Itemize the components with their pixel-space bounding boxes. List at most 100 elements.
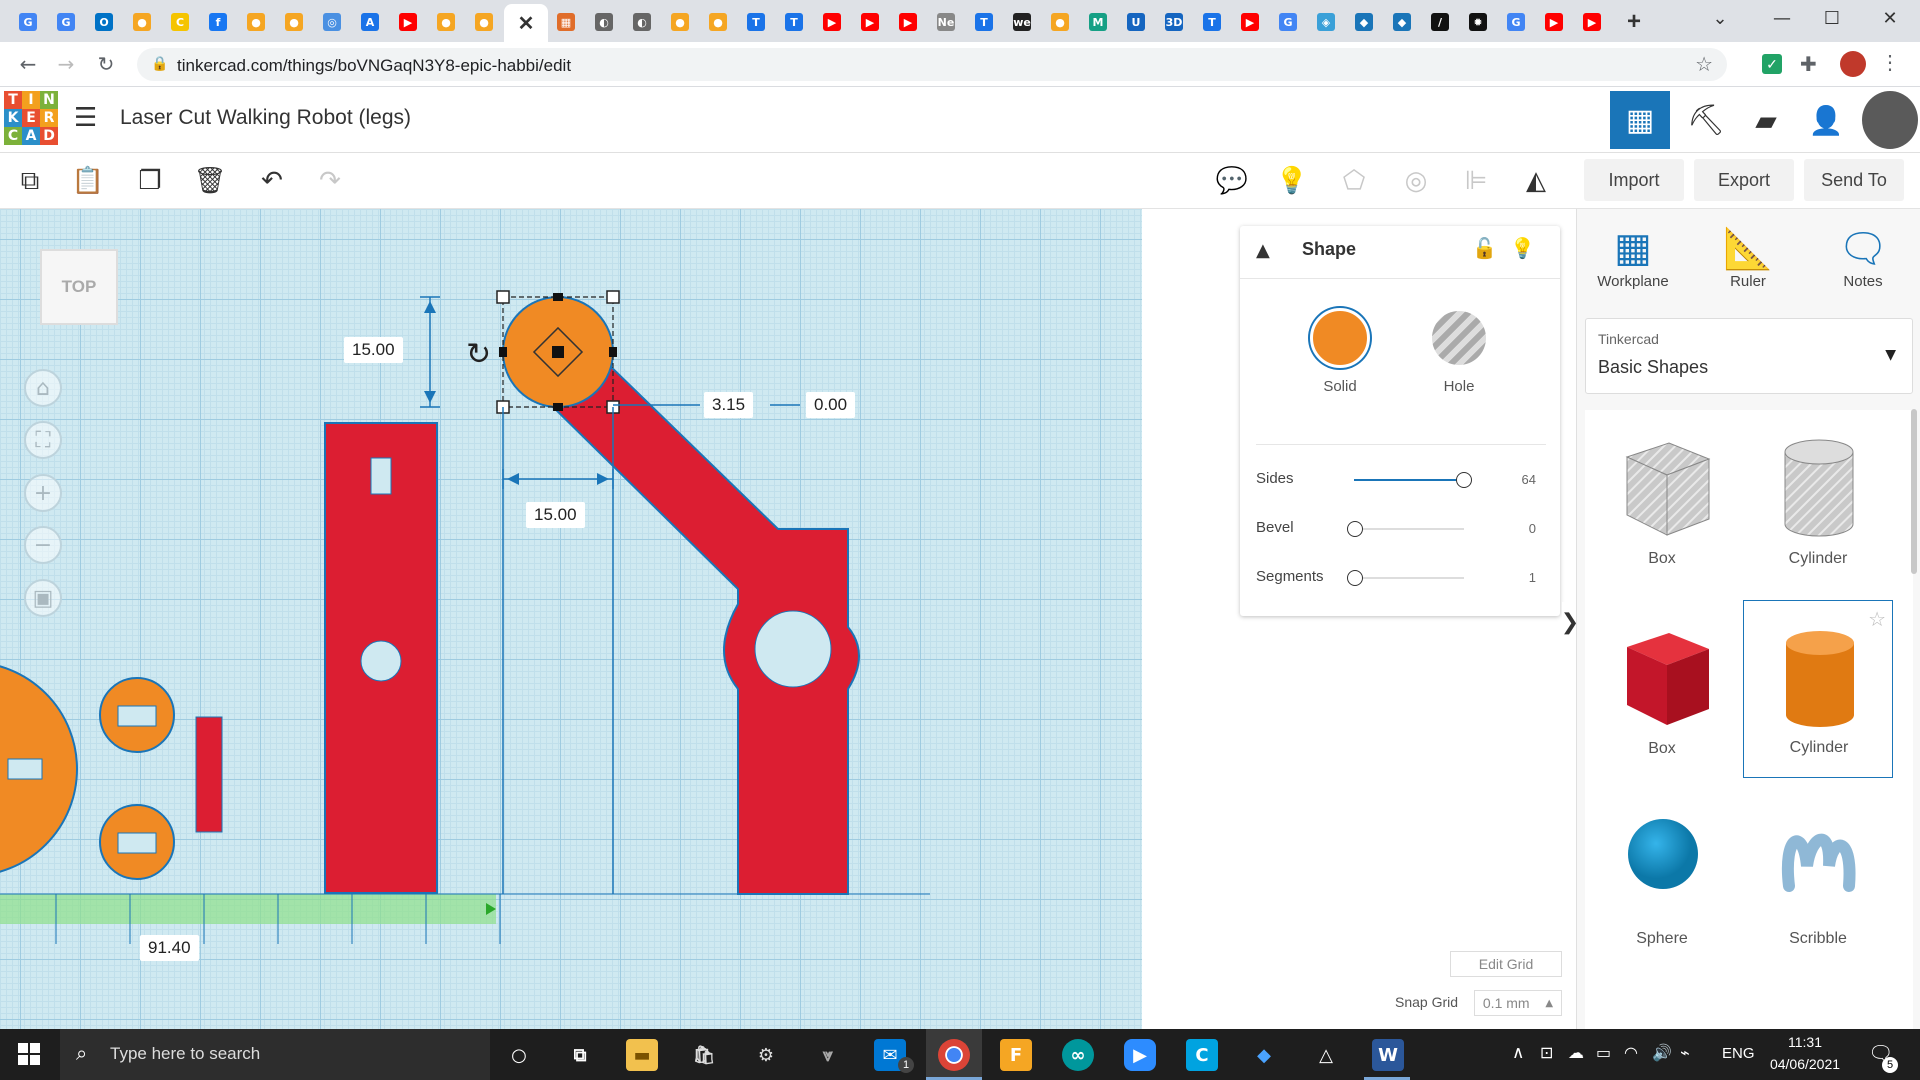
browser-tab[interactable]: ◎ bbox=[318, 8, 346, 36]
browser-tab[interactable]: G bbox=[14, 8, 42, 36]
clock-time[interactable]: 11:31 bbox=[1770, 1034, 1840, 1050]
dim-width-label[interactable]: 15.00 bbox=[526, 502, 585, 528]
task-view-icon[interactable]: ⧉ bbox=[564, 1039, 596, 1071]
browser-tab[interactable]: ◆ bbox=[1388, 8, 1416, 36]
inkscape-icon[interactable]: △ bbox=[1310, 1039, 1342, 1071]
bevel-slider-thumb[interactable] bbox=[1347, 521, 1363, 537]
onedrive-icon[interactable]: ☁ bbox=[1568, 1043, 1584, 1062]
browser-tab[interactable]: we bbox=[1008, 8, 1036, 36]
word-icon[interactable]: W bbox=[1372, 1039, 1404, 1071]
dim-height-label[interactable]: 15.00 bbox=[344, 337, 403, 363]
ruler-length-label[interactable]: 91.40 bbox=[140, 935, 199, 961]
minimize-icon[interactable]: — bbox=[1762, 8, 1802, 34]
browser-tab[interactable]: G bbox=[1274, 8, 1302, 36]
reload-icon[interactable]: ↻ bbox=[92, 50, 120, 78]
design-list-icon[interactable]: ☰ bbox=[74, 105, 102, 131]
tray-chevron-icon[interactable]: ∧ bbox=[1512, 1043, 1524, 1063]
browser-tab[interactable]: ◈ bbox=[1312, 8, 1340, 36]
browser-tab[interactable]: A bbox=[356, 8, 384, 36]
fusion-icon[interactable]: F bbox=[1000, 1039, 1032, 1071]
workplane-canvas[interactable]: TOP ⌂ ⛶ + − ▣ ↻ 15.00 15.00 3.15 0.00 91… bbox=[0, 209, 1142, 1029]
undo-icon[interactable]: ↶ bbox=[252, 161, 292, 201]
shape-box-gray[interactable]: Box bbox=[1587, 410, 1737, 588]
edit-grid-button[interactable]: Edit Grid bbox=[1450, 951, 1562, 977]
export-button[interactable]: Export bbox=[1694, 159, 1794, 201]
browser-tab[interactable]: U bbox=[1122, 8, 1150, 36]
cortana-icon[interactable]: ○ bbox=[503, 1039, 535, 1071]
import-button[interactable]: Import bbox=[1584, 159, 1684, 201]
browser-tab[interactable]: T bbox=[780, 8, 808, 36]
app-bolt-icon[interactable]: ◆ bbox=[1248, 1039, 1280, 1071]
clock-date[interactable]: 04/06/2021 bbox=[1760, 1056, 1850, 1072]
mirror-icon[interactable]: ◭ bbox=[1516, 161, 1556, 201]
shape-box-red[interactable]: Box bbox=[1587, 600, 1737, 778]
segments-slider[interactable] bbox=[1347, 570, 1464, 586]
browser-tab[interactable]: 3D bbox=[1160, 8, 1188, 36]
browser-tab[interactable]: ▶ bbox=[1236, 8, 1264, 36]
bulb-icon[interactable]: 💡 bbox=[1510, 236, 1535, 261]
browser-tab[interactable]: ▶ bbox=[894, 8, 922, 36]
browser-tab[interactable]: O bbox=[90, 8, 118, 36]
browser-tab[interactable]: f bbox=[204, 8, 232, 36]
browser-tab[interactable]: C bbox=[166, 8, 194, 36]
dim-x-label[interactable]: 3.15 bbox=[704, 392, 754, 418]
browser-tab[interactable]: G bbox=[1502, 8, 1530, 36]
shape-sphere[interactable]: Sphere bbox=[1587, 790, 1737, 968]
redo-icon[interactable]: ↷ bbox=[310, 161, 350, 201]
browser-tab[interactable]: ● bbox=[704, 8, 732, 36]
browser-tab[interactable]: T bbox=[970, 8, 998, 36]
shape-cylinder-gray[interactable]: Cylinder bbox=[1743, 410, 1893, 588]
volume-icon[interactable]: 🔊 bbox=[1652, 1043, 1672, 1062]
browser-tab[interactable]: ● bbox=[470, 8, 498, 36]
url-text[interactable]: tinkercad.com/things/boVNGaqN3Y8-epic-ha… bbox=[177, 56, 571, 76]
bricks-case-icon[interactable]: ▰ bbox=[1736, 91, 1796, 149]
steam-icon[interactable]: ⚙ bbox=[750, 1039, 782, 1071]
battery-icon[interactable]: ▭ bbox=[1596, 1043, 1611, 1062]
duplicate-icon[interactable]: ❐ bbox=[130, 161, 170, 201]
browser-tab[interactable]: ◐ bbox=[590, 8, 618, 36]
shape-scribble[interactable]: Scribble bbox=[1743, 790, 1893, 968]
profile-avatar[interactable] bbox=[1840, 51, 1866, 77]
forward-icon[interactable]: → bbox=[52, 50, 80, 78]
browser-tab[interactable]: ◐ bbox=[628, 8, 656, 36]
windows-start-icon[interactable] bbox=[18, 1043, 40, 1065]
browser-tab[interactable]: G bbox=[52, 8, 80, 36]
extension-check-icon[interactable]: ✓ bbox=[1762, 54, 1782, 74]
workplane-tool[interactable]: ▦ Workplane bbox=[1588, 225, 1678, 290]
collapse-chevron-icon[interactable]: ▲ bbox=[1256, 240, 1270, 261]
extensions-puzzle-icon[interactable]: ✚ bbox=[1800, 52, 1817, 76]
shape-library-dropdown[interactable]: Tinkercad Basic Shapes ▼ bbox=[1585, 318, 1913, 394]
browser-tab[interactable]: ▶ bbox=[856, 8, 884, 36]
send-to-button[interactable]: Send To bbox=[1804, 159, 1904, 201]
solid-swatch[interactable] bbox=[1310, 308, 1370, 368]
maximize-icon[interactable]: ☐ bbox=[1812, 8, 1852, 34]
bookmark-star-icon[interactable]: ☆ bbox=[1695, 52, 1713, 76]
browser-tab[interactable]: ● bbox=[128, 8, 156, 36]
browser-tab[interactable]: ● bbox=[1046, 8, 1074, 36]
copy-icon[interactable]: ⧉ bbox=[10, 161, 50, 201]
back-icon[interactable]: ← bbox=[14, 50, 42, 78]
favorite-star-icon[interactable]: ☆ bbox=[1868, 607, 1886, 631]
shape-cylinder-orange[interactable]: ☆ Cylinder bbox=[1743, 600, 1893, 778]
tinkercad-logo[interactable]: TINKERCAD bbox=[4, 91, 58, 145]
segments-value[interactable]: 1 bbox=[1529, 570, 1536, 585]
delete-icon[interactable]: 🗑 bbox=[190, 161, 230, 201]
network-icon[interactable]: ⌁ bbox=[1680, 1043, 1690, 1062]
browser-tab[interactable]: ✹ bbox=[1464, 8, 1492, 36]
predator-icon[interactable]: ⩔ bbox=[812, 1039, 844, 1071]
notes-tool[interactable]: 🗨 Notes bbox=[1818, 225, 1908, 290]
group-icon[interactable]: ⬠ bbox=[1334, 161, 1374, 201]
omnibox[interactable]: 🔒 tinkercad.com/things/boVNGaqN3Y8-epic-… bbox=[137, 48, 1727, 81]
ruler-tool[interactable]: 📐 Ruler bbox=[1703, 225, 1793, 290]
browser-tab[interactable]: ▶ bbox=[818, 8, 846, 36]
browser-tab[interactable]: ◆ bbox=[1350, 8, 1378, 36]
file-explorer-icon[interactable]: ▬ bbox=[626, 1039, 658, 1071]
browser-tab[interactable]: ● bbox=[432, 8, 460, 36]
browser-tab[interactable]: T bbox=[1198, 8, 1226, 36]
bevel-slider[interactable] bbox=[1347, 521, 1464, 537]
store-icon[interactable]: 🛍 bbox=[688, 1039, 720, 1071]
active-tab-close-icon[interactable]: ✕ bbox=[504, 4, 548, 42]
browser-tab[interactable]: ▦ bbox=[552, 8, 580, 36]
blocks-pickaxe-icon[interactable]: ⛏ bbox=[1676, 91, 1736, 149]
browser-tab[interactable]: / bbox=[1426, 8, 1454, 36]
